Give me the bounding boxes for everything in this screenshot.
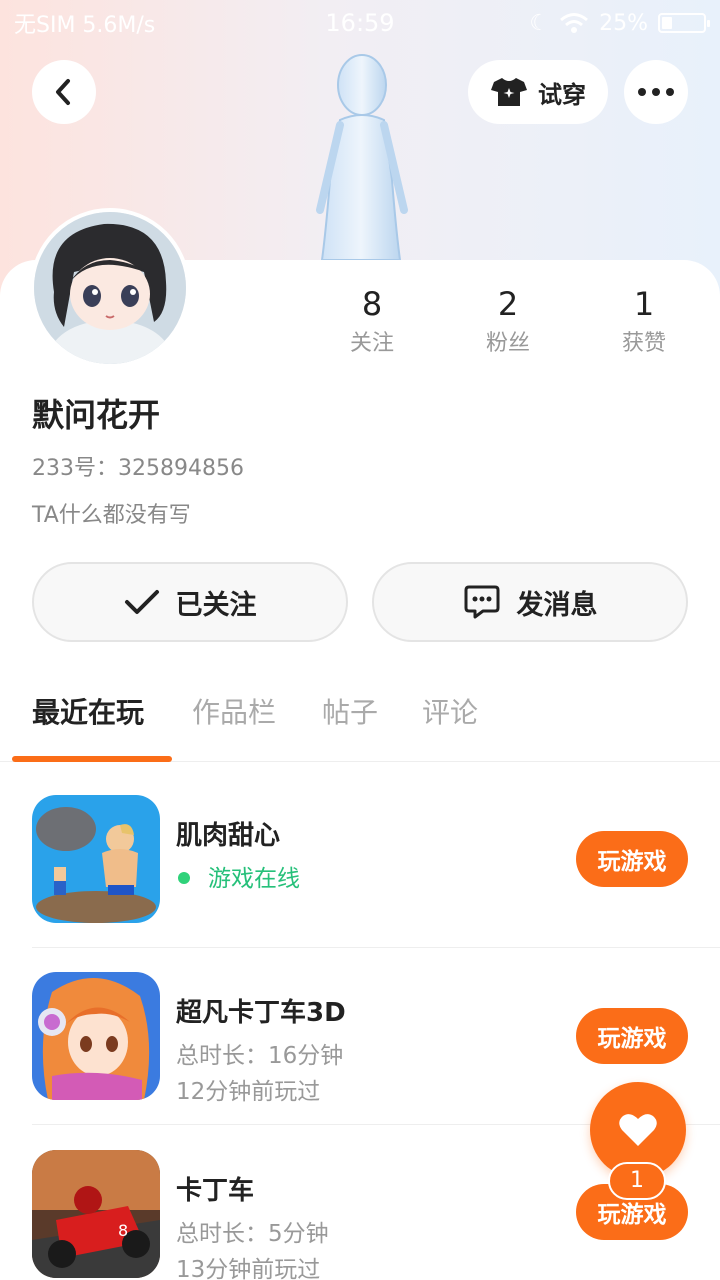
profile-stats: 8 关注 2 粉丝 1 获赞 bbox=[304, 282, 720, 362]
chevron-left-icon bbox=[56, 79, 70, 105]
tab-recent-played[interactable]: 最近在玩 bbox=[32, 690, 144, 736]
battery-icon bbox=[658, 13, 710, 33]
clock: 16:59 bbox=[325, 9, 395, 37]
heart-icon bbox=[619, 1114, 657, 1146]
message-label: 发消息 bbox=[516, 589, 598, 621]
more-dots-icon bbox=[638, 88, 674, 96]
stat-label: 粉丝 bbox=[485, 331, 530, 356]
profile-bio: TA什么都没有写 bbox=[32, 503, 191, 528]
tab-works[interactable]: 作品栏 bbox=[192, 690, 276, 736]
list-item[interactable]: 肌肉甜心 游戏在线 玩游戏 bbox=[0, 795, 720, 971]
try-on-label: 试穿 bbox=[538, 80, 586, 109]
avatar-image bbox=[34, 212, 186, 364]
game-online-status: 游戏在线 bbox=[176, 859, 300, 893]
back-button[interactable] bbox=[32, 60, 96, 124]
game-title: 肌肉甜心 bbox=[176, 821, 281, 851]
play-game-button[interactable]: 玩游戏 bbox=[576, 831, 688, 887]
stat-likes[interactable]: 1 获赞 bbox=[576, 282, 712, 362]
game-duration: 总时长：16分钟 bbox=[176, 1043, 344, 1069]
stat-label: 关注 bbox=[349, 331, 394, 356]
like-count-badge: 1 bbox=[608, 1162, 666, 1200]
game-title: 超凡卡丁车3D bbox=[176, 998, 346, 1028]
stat-label: 获赞 bbox=[621, 331, 666, 356]
try-on-button[interactable]: 试穿 bbox=[468, 60, 608, 124]
online-status-text: 游戏在线 bbox=[208, 866, 300, 892]
active-tab-indicator bbox=[12, 756, 172, 762]
svg-text:8: 8 bbox=[118, 1221, 128, 1240]
avatar[interactable] bbox=[30, 208, 190, 368]
divider bbox=[32, 947, 720, 948]
chat-bubble-icon bbox=[464, 585, 499, 619]
game-icon bbox=[32, 795, 160, 923]
stat-following[interactable]: 8 关注 bbox=[304, 282, 440, 362]
game-duration: 总时长：5分钟 bbox=[176, 1221, 329, 1247]
game-icon: 8 bbox=[32, 1150, 160, 1278]
profile-tabs: 最近在玩 作品栏 帖子 评论 bbox=[0, 690, 720, 762]
game-last-played: 12分钟前玩过 bbox=[176, 1079, 321, 1105]
stat-value: 2 bbox=[497, 285, 519, 323]
online-dot-icon bbox=[178, 871, 190, 884]
play-game-button[interactable]: 玩游戏 bbox=[576, 1008, 688, 1064]
avatar-3d-figure bbox=[316, 54, 408, 261]
game-title: 卡丁车 bbox=[176, 1176, 255, 1206]
status-bar: 无SIM 5.6M/s 16:59 ☾ 25% bbox=[0, 0, 720, 46]
tab-posts[interactable]: 帖子 bbox=[322, 690, 378, 736]
message-button[interactable]: 发消息 bbox=[372, 562, 688, 642]
shirt-icon bbox=[491, 78, 527, 106]
following-button[interactable]: 已关注 bbox=[32, 562, 348, 642]
following-label: 已关注 bbox=[175, 589, 257, 621]
stat-value: 8 bbox=[361, 285, 383, 323]
game-last-played: 13分钟前玩过 bbox=[176, 1257, 321, 1280]
stat-value: 1 bbox=[633, 285, 655, 323]
profile-name: 默问花开 bbox=[32, 396, 161, 434]
more-button[interactable] bbox=[624, 60, 688, 124]
game-icon bbox=[32, 972, 160, 1100]
stat-followers[interactable]: 2 粉丝 bbox=[440, 282, 576, 362]
check-icon bbox=[124, 590, 159, 614]
profile-uid: 233号：325894856 bbox=[32, 456, 244, 481]
tab-comments[interactable]: 评论 bbox=[422, 690, 478, 736]
